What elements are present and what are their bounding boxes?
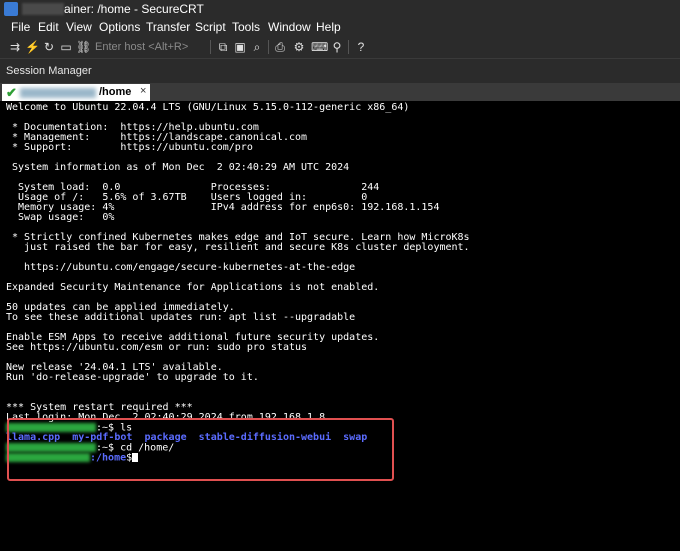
help-icon[interactable]: ?: [354, 40, 368, 54]
redacted-tab-host: [20, 88, 96, 98]
terminal-line: Expanded Security Maintenance for Applic…: [6, 282, 380, 293]
copy-icon[interactable]: ⧉: [216, 40, 230, 54]
quick-connect-icon[interactable]: ⚡: [25, 40, 40, 54]
terminal-line: Welcome to Ubuntu 22.04.4 LTS (GNU/Linux…: [6, 102, 410, 113]
terminal-line: https://ubuntu.com/engage/secure-kuberne…: [6, 262, 356, 273]
menu-options[interactable]: Options: [99, 20, 140, 34]
redacted-title-prefix: [22, 3, 64, 15]
tab-label: /home: [99, 86, 132, 98]
menu-help[interactable]: Help: [316, 20, 341, 34]
disconnect-icon[interactable]: ⛓: [76, 40, 91, 54]
securecrt-app-icon: [4, 2, 18, 16]
menu-window[interactable]: Window: [268, 20, 311, 34]
toolbar-separator: [348, 40, 349, 54]
sftp-icon[interactable]: ⚲: [330, 40, 344, 54]
terminal-line: To see these additional updates run: apt…: [6, 312, 356, 323]
paste-icon[interactable]: ▣: [233, 40, 247, 54]
session-manager-label[interactable]: Session Manager: [6, 65, 92, 77]
terminal-line: See https://ubuntu.com/esm or run: sudo …: [6, 342, 308, 353]
enter-host-input[interactable]: Enter host <Alt+R>: [92, 39, 205, 55]
menu-script[interactable]: Script: [195, 20, 226, 34]
connect-tab-icon[interactable]: ▭: [59, 40, 73, 54]
menu-file[interactable]: File: [11, 20, 30, 34]
find-icon[interactable]: ⌕: [250, 40, 264, 54]
terminal-line: Run 'do-release-upgrade' to upgrade to i…: [6, 372, 259, 383]
terminal-line: System information as of Mon Dec 2 02:40…: [6, 162, 350, 173]
keymap-icon[interactable]: ⌨: [311, 40, 328, 54]
terminal-line: * Support: https://ubuntu.com/pro: [6, 142, 253, 153]
session-tab[interactable]: ✔ /home ×: [2, 84, 150, 101]
tab-close-icon[interactable]: ×: [140, 85, 146, 97]
session-manager-bar: Session Manager: [0, 59, 680, 83]
tab-bar: ✔ /home ×: [0, 83, 680, 101]
menu-edit[interactable]: Edit: [38, 20, 59, 34]
toolbar-separator: [268, 40, 269, 54]
print-icon[interactable]: ⎙: [273, 40, 287, 54]
menu-bar: File Edit View Options Transfer Script T…: [0, 18, 680, 36]
reconnect-icon[interactable]: ↻: [42, 40, 56, 54]
connected-check-icon: ✔: [6, 85, 17, 100]
toolbar-separator: [210, 40, 211, 54]
connect-icon[interactable]: ⇉: [8, 40, 22, 54]
toolbar: ⇉ ⚡ ↻ ▭ ⛓ Enter host <Alt+R> ⧉ ▣ ⌕ ⎙ ⚙ ⌨…: [0, 36, 680, 59]
menu-view[interactable]: View: [66, 20, 92, 34]
terminal-line: Swap usage: 0%: [6, 212, 115, 223]
terminal-line: just raised the bar for easy, resilient …: [6, 242, 470, 253]
settings-icon[interactable]: ⚙: [292, 40, 306, 54]
highlight-box: [7, 418, 394, 481]
window-title: ainer: /home - SecureCRT: [64, 2, 204, 16]
terminal-area[interactable]: Welcome to Ubuntu 22.04.4 LTS (GNU/Linux…: [0, 101, 680, 551]
menu-transfer[interactable]: Transfer: [146, 20, 190, 34]
title-bar: ainer: /home - SecureCRT: [0, 0, 680, 18]
menu-tools[interactable]: Tools: [232, 20, 260, 34]
